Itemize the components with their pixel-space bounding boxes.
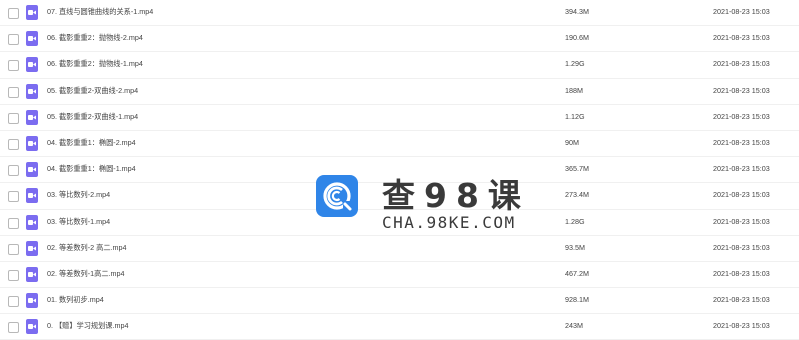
video-file-icon — [26, 162, 38, 178]
video-file-icon — [26, 214, 38, 230]
video-file-icon — [26, 109, 38, 125]
file-size: 93.5M — [565, 242, 585, 252]
file-name[interactable]: 04. 截影重重1：椭圆-2.mp4 — [47, 138, 136, 148]
cha98ke-logo-icon — [316, 175, 358, 217]
file-name[interactable]: 04. 截影重重1：椭圆-1.mp4 — [47, 164, 136, 174]
file-date: 2021-08-23 15:03 — [713, 268, 770, 278]
file-size: 1.28G — [565, 216, 585, 226]
video-file-icon — [26, 5, 38, 20]
file-name[interactable]: 06. 截影重重2：抛物线-1.mp4 — [47, 59, 143, 69]
video-file-icon — [26, 293, 38, 309]
file-date: 2021-08-23 15:03 — [713, 216, 770, 226]
video-file-icon — [26, 240, 38, 256]
file-row[interactable]: 07. 直线与圆锥曲线的关系-1.mp4 394.3M 2021-08-23 15:… — [0, 0, 799, 27]
checkbox-icon[interactable] — [8, 191, 19, 203]
file-row[interactable]: 05. 截影重重2-双曲线-1.mp4 1.12G 2021-08-23 15:03 — [0, 105, 799, 131]
file-row[interactable]: 05. 截影重重2-双曲线-2.mp4 188M 2021-08-23 15:03 — [0, 79, 799, 105]
file-date: 2021-08-23 15:03 — [713, 164, 770, 174]
file-name[interactable]: 01. 数列初步.mp4 — [47, 295, 104, 305]
file-size: 90M — [565, 137, 579, 147]
checkbox-icon[interactable] — [8, 217, 19, 229]
video-file-icon — [26, 31, 38, 47]
file-date: 2021-08-23 15:03 — [713, 111, 770, 121]
file-name[interactable]: 03. 等比数列-1.mp4 — [47, 217, 110, 227]
watermark: 查98课 CHA.98KE.COM — [316, 172, 531, 242]
file-date: 2021-08-23 15:03 — [713, 85, 770, 95]
checkbox-icon[interactable] — [8, 165, 19, 177]
video-file-icon — [26, 135, 38, 151]
file-date: 2021-08-23 15:03 — [713, 321, 770, 331]
file-date: 2021-08-23 15:03 — [713, 190, 770, 200]
file-size: 394.3M — [565, 7, 589, 16]
file-name[interactable]: 07. 直线与圆锥曲线的关系-1.mp4 — [47, 7, 153, 17]
checkbox-icon[interactable] — [8, 112, 19, 124]
checkbox-icon[interactable] — [8, 243, 19, 255]
file-name[interactable]: 05. 截影重重2-双曲线-1.mp4 — [47, 112, 138, 122]
checkbox-icon[interactable] — [8, 296, 19, 308]
file-date: 2021-08-23 15:03 — [713, 7, 770, 16]
watermark-subtitle: CHA.98KE.COM — [382, 213, 516, 232]
file-name[interactable]: 0. 【赠】学习规划课.mp4 — [47, 321, 128, 331]
file-size: 190.6M — [565, 33, 589, 43]
file-name[interactable]: 02. 等差数列-1高二.mp4 — [47, 269, 124, 279]
checkbox-icon[interactable] — [8, 8, 19, 19]
checkbox-icon[interactable] — [8, 322, 19, 334]
video-file-icon — [26, 266, 38, 282]
file-size: 365.7M — [565, 164, 589, 174]
checkbox-icon[interactable] — [8, 34, 19, 46]
video-file-icon — [26, 57, 38, 73]
file-size: 273.4M — [565, 190, 589, 200]
file-date: 2021-08-23 15:03 — [713, 242, 770, 252]
video-file-icon — [26, 188, 38, 204]
checkbox-icon[interactable] — [8, 138, 19, 150]
file-row[interactable]: 04. 截影重重1：椭圆-2.mp4 90M 2021-08-23 15:03 — [0, 131, 799, 158]
file-date: 2021-08-23 15:03 — [713, 59, 770, 69]
file-name[interactable]: 06. 截影重重2：抛物线-2.mp4 — [47, 33, 143, 43]
file-size: 467.2M — [565, 268, 589, 278]
watermark-title: 查98课 — [382, 176, 530, 215]
checkbox-icon[interactable] — [8, 269, 19, 281]
video-file-icon — [26, 319, 38, 335]
file-row[interactable]: 06. 截影重重2：抛物线-1.mp4 1.29G 2021-08-23 15:03 — [0, 52, 799, 79]
file-row[interactable]: 01. 数列初步.mp4 928.1M 2021-08-23 15:03 — [0, 288, 799, 315]
file-row[interactable]: 0. 【赠】学习规划课.mp4 243M 2021-08-23 15:03 — [0, 314, 799, 340]
file-name[interactable]: 02. 等差数列-2 高二.mp4 — [47, 243, 126, 253]
video-file-icon — [26, 83, 38, 99]
file-size: 188M — [565, 85, 583, 95]
file-size: 1.12G — [565, 111, 585, 121]
file-date: 2021-08-23 15:03 — [713, 295, 770, 305]
file-date: 2021-08-23 15:03 — [713, 137, 770, 147]
file-row[interactable]: 06. 截影重重2：抛物线-2.mp4 190.6M 2021-08-23 15:0… — [0, 26, 799, 53]
file-name[interactable]: 05. 截影重重2-双曲线-2.mp4 — [47, 86, 138, 96]
checkbox-icon[interactable] — [8, 60, 19, 72]
file-row[interactable]: 02. 等差数列-1高二.mp4 467.2M 2021-08-23 15:03 — [0, 262, 799, 289]
file-size: 1.29G — [565, 59, 585, 69]
file-size: 928.1M — [565, 295, 589, 305]
file-date: 2021-08-23 15:03 — [713, 33, 770, 43]
file-size: 243M — [565, 321, 583, 331]
checkbox-icon[interactable] — [8, 86, 19, 98]
file-name[interactable]: 03. 等比数列-2.mp4 — [47, 190, 110, 200]
